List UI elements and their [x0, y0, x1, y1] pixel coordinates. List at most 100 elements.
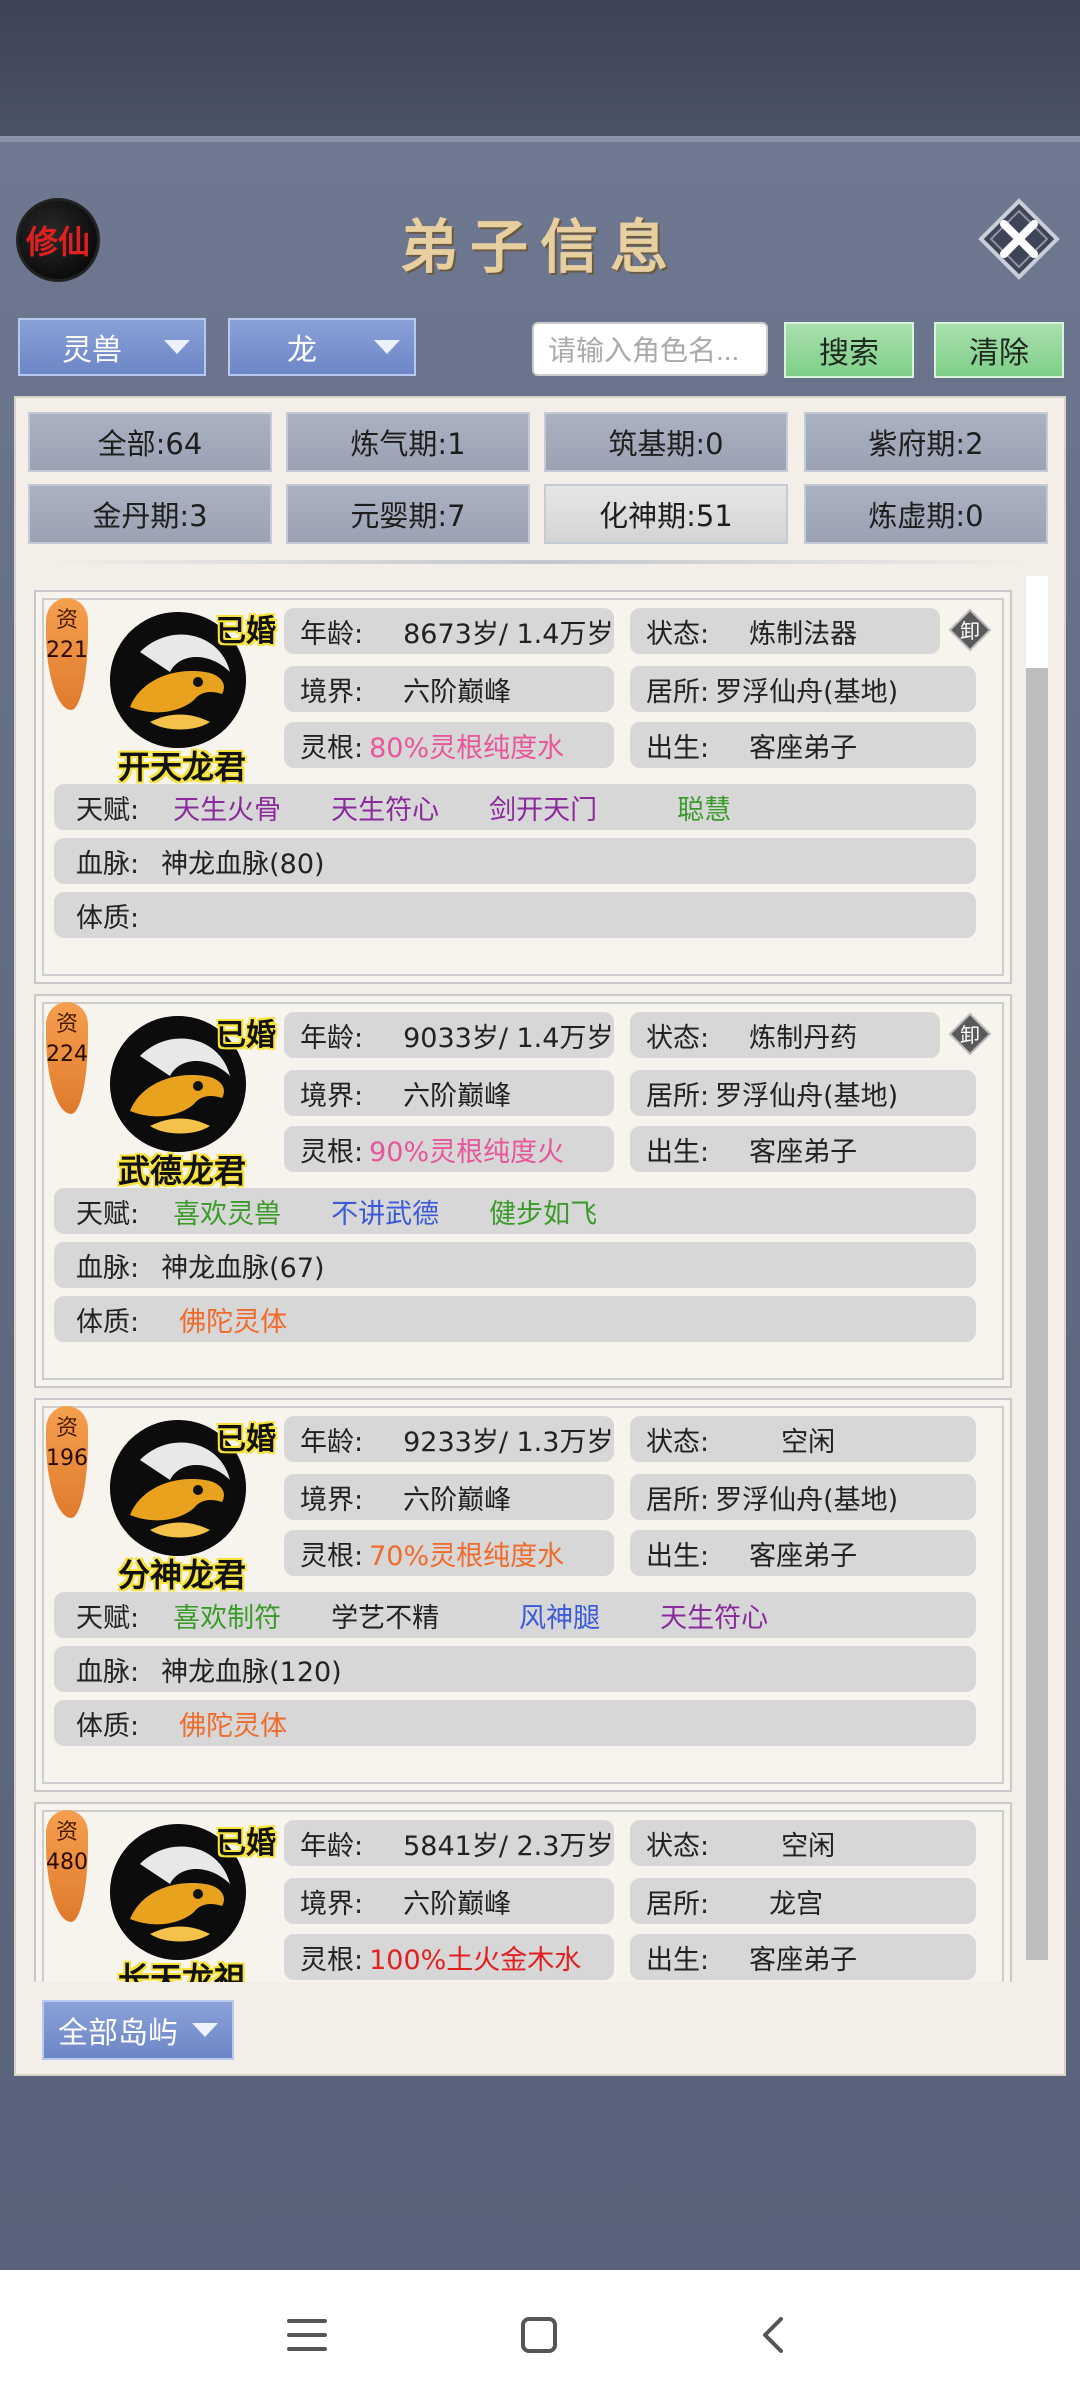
- bloodline-field: 血脉: 神龙血脉(120): [54, 1646, 976, 1692]
- talent-label: 天赋:: [76, 1198, 140, 1230]
- status-value: 炼制丹药: [749, 1022, 858, 1054]
- realm-value: 六阶巅峰: [403, 1484, 512, 1516]
- scrollbar-thumb[interactable]: [1026, 576, 1048, 668]
- talent-field: 天赋: 天生火骨 天生符心 剑开天门 聪慧: [54, 784, 976, 830]
- root-value: 100%土火金木水: [369, 1944, 582, 1976]
- game-logo[interactable]: 修仙: [16, 198, 100, 282]
- back-button[interactable]: [738, 2300, 808, 2370]
- unequip-button[interactable]: 卸: [948, 1012, 992, 1056]
- disciple-list[interactable]: 资 221 已婚 开天龙君 年龄: 8673岁/ 1.4万岁 状态: 炼制法器 卸: [34, 576, 1024, 1982]
- status-value: 炼制法器: [749, 618, 858, 650]
- root-label: 灵根:: [300, 732, 364, 764]
- close-icon: [978, 198, 1060, 280]
- physique-label: 体质:: [76, 1306, 140, 1338]
- birth-field: 出生: 客座弟子: [630, 1934, 976, 1980]
- disciple-card[interactable]: 资 196 已婚 分神龙君 年龄: 9233岁/ 1.3万岁 状态: 空闲 境界: 六…: [34, 1398, 1012, 1792]
- age-field: 年龄: 9033岁/ 1.4万岁: [284, 1012, 614, 1058]
- physique-label: 体质:: [76, 1710, 140, 1742]
- aptitude-value: 221: [46, 638, 88, 663]
- status-label: 状态:: [646, 1022, 710, 1054]
- page-title: 弟子信息: [399, 213, 680, 281]
- realm-field: 境界: 六阶巅峰: [284, 1474, 614, 1520]
- physique-field: 体质: 佛陀灵体: [54, 1700, 976, 1746]
- island-select-value: 全部岛屿: [58, 2016, 178, 2051]
- married-badge: 已婚: [216, 614, 276, 649]
- unequip-label: 卸: [960, 1023, 980, 1047]
- talent-label: 天赋:: [76, 1602, 140, 1634]
- system-nav-bar: [0, 2270, 1080, 2400]
- talent-tag: 剑开天门: [489, 794, 598, 826]
- realm-field: 境界: 六阶巅峰: [284, 666, 614, 712]
- residence-label: 居所:: [646, 676, 710, 708]
- age-value: 9233岁/ 1.3万岁: [403, 1426, 614, 1458]
- physique-value: 佛陀灵体: [179, 1306, 288, 1338]
- tab-purple-mansion[interactable]: 紫府期:2: [804, 412, 1048, 472]
- recent-apps-button[interactable]: [272, 2300, 342, 2370]
- birth-field: 出生: 客座弟子: [630, 1530, 976, 1576]
- birth-value: 客座弟子: [749, 732, 858, 764]
- disciple-card[interactable]: 资 480 已婚 长天龙祖 年龄: 5841岁/ 2.3万岁 状态: 空闲 境界: 六…: [34, 1802, 1012, 1982]
- tab-void-refining[interactable]: 炼虚期:0: [804, 484, 1048, 544]
- physique-field: 体质:: [54, 892, 976, 938]
- disciple-card[interactable]: 资 224 已婚 武德龙君 年龄: 9033岁/ 1.4万岁 状态: 炼制丹药 卸: [34, 994, 1012, 1388]
- bloodline-field: 血脉: 神龙血脉(67): [54, 1242, 976, 1288]
- realm-field: 境界: 六阶巅峰: [284, 1070, 614, 1116]
- bloodline-field: 血脉: 神龙血脉(80): [54, 838, 976, 884]
- home-button[interactable]: [504, 2300, 574, 2370]
- talent-label: 天赋:: [76, 794, 140, 826]
- status-label: 状态:: [646, 1426, 710, 1458]
- tab-qi-refining[interactable]: 炼气期:1: [286, 412, 530, 472]
- residence-value: 罗浮仙舟(基地): [715, 1484, 899, 1516]
- age-field: 年龄: 9233岁/ 1.3万岁: [284, 1416, 614, 1462]
- age-value: 5841岁/ 2.3万岁: [403, 1830, 614, 1862]
- list-scrollbar[interactable]: [1026, 576, 1048, 1960]
- chevron-down-icon: [374, 340, 400, 354]
- age-field: 年龄: 8673岁/ 1.4万岁: [284, 608, 614, 654]
- talent-tag: 健步如飞: [489, 1198, 598, 1230]
- disciple-card[interactable]: 资 221 已婚 开天龙君 年龄: 8673岁/ 1.4万岁 状态: 炼制法器 卸: [34, 590, 1012, 984]
- root-label: 灵根:: [300, 1944, 364, 1976]
- species-select[interactable]: 龙: [228, 318, 416, 376]
- close-button[interactable]: [978, 198, 1060, 280]
- aptitude-value: 196: [46, 1446, 88, 1471]
- root-field: 灵根: 80%灵根纯度水: [284, 722, 614, 768]
- residence-field: 居所: 龙宫: [630, 1878, 976, 1924]
- tab-deity-transformation[interactable]: 化神期:51: [544, 484, 788, 544]
- physique-value: 佛陀灵体: [179, 1710, 288, 1742]
- search-button[interactable]: 搜索: [784, 322, 914, 378]
- birth-value: 客座弟子: [749, 1136, 858, 1168]
- status-area: [0, 0, 1080, 136]
- type-select[interactable]: 灵兽: [18, 318, 206, 376]
- unequip-icon: 卸: [948, 1012, 992, 1056]
- birth-label: 出生:: [646, 732, 710, 764]
- search-input[interactable]: 请输入角色名...: [532, 322, 768, 376]
- clear-button[interactable]: 清除: [934, 322, 1064, 378]
- island-select[interactable]: 全部岛屿: [42, 2000, 234, 2060]
- unequip-icon: 卸: [948, 608, 992, 652]
- residence-value: 罗浮仙舟(基地): [715, 676, 899, 708]
- talent-tag: 天生符心: [331, 794, 440, 826]
- root-label: 灵根:: [300, 1136, 364, 1168]
- root-field: 灵根: 70%灵根纯度水: [284, 1530, 614, 1576]
- status-field: 状态: 炼制丹药: [630, 1012, 940, 1058]
- realm-label: 境界:: [300, 1888, 364, 1920]
- divider: [40, 560, 1040, 564]
- root-value: 80%灵根纯度水: [369, 732, 565, 764]
- tab-golden-core[interactable]: 金丹期:3: [28, 484, 272, 544]
- talent-tag: 聪慧: [677, 794, 732, 826]
- residence-value: 龙宫: [769, 1888, 824, 1920]
- disciple-name: 长天龙祖: [117, 1960, 246, 1982]
- residence-label: 居所:: [646, 1888, 710, 1920]
- root-label: 灵根:: [300, 1540, 364, 1572]
- tab-nascent-soul[interactable]: 元婴期:7: [286, 484, 530, 544]
- disciple-name: 开天龙君: [117, 748, 246, 786]
- square-icon: [521, 2317, 557, 2353]
- tab-all[interactable]: 全部:64: [28, 412, 272, 472]
- birth-value: 客座弟子: [749, 1540, 858, 1572]
- residence-value: 罗浮仙舟(基地): [715, 1080, 899, 1112]
- tab-foundation[interactable]: 筑基期:0: [544, 412, 788, 472]
- unequip-button[interactable]: 卸: [948, 608, 992, 652]
- talent-tag: 喜欢灵兽: [173, 1198, 282, 1230]
- birth-label: 出生:: [646, 1540, 710, 1572]
- disciple-name: 武德龙君: [117, 1152, 246, 1190]
